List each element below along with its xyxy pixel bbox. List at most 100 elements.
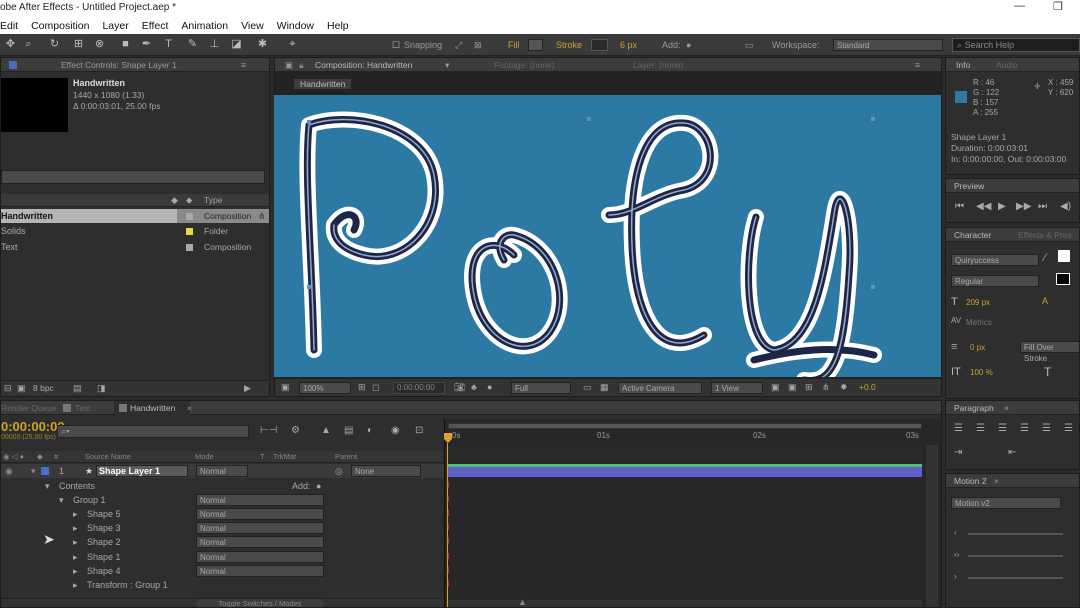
eyedropper-icon[interactable]: ⁄ <box>1044 252 1046 264</box>
ease-both-slider[interactable] <box>968 555 1063 557</box>
graph-editor-icon[interactable]: ◉ <box>391 425 400 437</box>
toggle-pixel-icon[interactable]: ▣ <box>771 382 780 393</box>
shape-twirl-icon[interactable]: ▸ <box>73 521 78 535</box>
comp-mini-flowchart-icon[interactable]: ⊢⊣ <box>260 425 277 437</box>
zoom-slider[interactable]: ▲ <box>448 597 922 607</box>
bpc-label[interactable]: 8 bpc <box>33 383 54 393</box>
show-snapshot-icon[interactable]: ♣ <box>471 382 477 392</box>
shape-twirl-icon[interactable]: ▸ <box>73 550 78 564</box>
rotate-tool-icon[interactable]: ↻ <box>48 38 61 51</box>
stroke-width-value-char[interactable]: 0 px <box>970 343 985 352</box>
snap-target-icon[interactable]: ⊠ <box>474 38 482 52</box>
pan-behind-tool-icon[interactable]: ⊗ <box>93 38 106 51</box>
project-item[interactable]: Solids Folder <box>1 224 269 238</box>
comp-breadcrumb[interactable]: Handwritten <box>293 78 353 90</box>
fill-color-swatch[interactable] <box>1058 250 1070 262</box>
stroke-width-value[interactable]: 6 px <box>620 38 637 52</box>
roi-icon[interactable]: ▭ <box>583 382 592 393</box>
scroll-right-icon[interactable]: ▶ <box>244 383 251 394</box>
layer-twirl-icon[interactable]: ▾ <box>31 464 36 478</box>
clone-tool-icon[interactable]: ⊥ <box>208 38 221 51</box>
last-frame-icon[interactable]: ⏭ <box>1038 201 1047 213</box>
workspace-dropdown[interactable]: Standard <box>833 39 943 51</box>
hand-tool-icon[interactable]: ✥ <box>4 38 17 51</box>
indent-left-icon[interactable]: ⇥ <box>954 447 962 459</box>
info-tab[interactable]: Info <box>956 58 970 72</box>
project-item[interactable]: Handwritten Composition ⋔ <box>1 209 269 223</box>
menu-composition[interactable]: Composition <box>31 20 89 32</box>
work-area-bar[interactable] <box>448 423 922 429</box>
keyframe-icon[interactable]: I <box>447 494 451 504</box>
resolution-dropdown[interactable]: Full <box>511 382 571 394</box>
keyframe-icon[interactable]: I <box>447 480 451 490</box>
time-ruler[interactable]: 0s 01s 02s 03s <box>448 431 922 444</box>
keyframe-icon[interactable]: I <box>447 565 451 575</box>
handwritten-tab[interactable]: Handwritten <box>130 401 175 415</box>
shape-mode-dropdown[interactable]: Normal <box>196 536 324 548</box>
shy-layers-icon[interactable]: ▲ <box>321 425 331 437</box>
new-folder-icon[interactable]: ▣ <box>17 383 26 394</box>
project-search-input[interactable] <box>1 170 265 184</box>
timeline-vertical-scrollbar[interactable] <box>926 445 938 607</box>
delete-item-icon[interactable]: ◨ <box>97 383 106 394</box>
keyframe-icon[interactable]: I <box>447 536 451 546</box>
lock-icon[interactable]: 🔒︎ <box>299 58 304 72</box>
group-twirl-icon[interactable]: ▾ <box>59 493 64 507</box>
ease-out-slider[interactable] <box>968 577 1063 579</box>
minimize-icon[interactable]: — <box>1014 0 1025 12</box>
stroke-mode-dropdown[interactable]: Fill Over Stroke <box>1020 341 1079 363</box>
align-right-icon[interactable]: ☰ <box>998 423 1007 435</box>
project-item[interactable]: Text Composition <box>1 240 269 254</box>
roto-tool-icon[interactable]: ⌖ <box>286 38 299 51</box>
close-paragraph-icon[interactable]: × <box>1004 401 1009 415</box>
exposure-value[interactable]: +0.0 <box>859 382 876 392</box>
viewer-menu-icon[interactable]: ≡ <box>915 58 920 72</box>
previous-frame-icon[interactable]: ◀◀ <box>976 201 991 213</box>
keyframe-icon[interactable]: I <box>447 522 451 532</box>
shape-mode-dropdown[interactable]: Normal <box>196 522 324 534</box>
timeline-current-time[interactable]: 0:00:00:00 <box>1 419 65 434</box>
audio-icon[interactable]: ◀) <box>1060 201 1071 213</box>
composition-tab[interactable]: Composition: Handwritten <box>315 58 412 72</box>
font-size-value[interactable]: 209 px <box>966 298 990 307</box>
menu-layer[interactable]: Layer <box>102 20 128 32</box>
render-queue-tab[interactable]: Render Queue <box>1 401 57 415</box>
views-dropdown[interactable]: 1 View <box>711 382 763 394</box>
always-preview-icon[interactable]: ▣ <box>281 382 290 393</box>
menu-effect[interactable]: Effect <box>142 20 169 32</box>
mode-header[interactable]: Mode <box>195 451 214 463</box>
restore-icon[interactable]: ❐ <box>1053 0 1063 13</box>
layer-tab[interactable]: Layer: (none) <box>633 58 684 72</box>
channel-icon[interactable]: ● <box>487 382 492 392</box>
paragraph-tab[interactable]: Paragraph <box>954 401 994 415</box>
align-left-icon[interactable]: ☰ <box>954 423 963 435</box>
menu-view[interactable]: View <box>241 20 264 32</box>
effect-controls-tab[interactable]: Effect Controls: Shape Layer 1 <box>61 58 177 72</box>
add-content-icon[interactable]: ● <box>316 479 321 493</box>
effects-presets-tab[interactable]: Effects & Pres <box>1018 228 1072 242</box>
source-name-header[interactable]: Source Name <box>85 451 131 463</box>
shape-twirl-icon[interactable]: ▸ <box>73 564 78 578</box>
pen-tool-icon[interactable]: ✒ <box>140 38 153 51</box>
toggle-switches-button[interactable]: Toggle Switches / Modes <box>197 599 323 607</box>
next-frame-icon[interactable]: ▶▶ <box>1016 201 1031 213</box>
transparency-grid-icon[interactable]: ▦ <box>600 382 609 393</box>
viewer-time[interactable]: 0:00:00:00 <box>393 382 445 394</box>
trkmat-header[interactable]: TrkMat <box>273 451 296 463</box>
flowchart-view-icon[interactable]: ⋔ <box>822 382 830 393</box>
ease-in-slider[interactable] <box>968 533 1063 535</box>
composition-canvas[interactable] <box>274 95 941 377</box>
timeline-icon[interactable]: ⊞ <box>805 382 813 393</box>
delete-icon[interactable]: ▤ <box>73 383 82 394</box>
mask-icon[interactable]: ◻ <box>372 382 379 393</box>
font-style-dropdown[interactable]: Regular <box>951 275 1039 287</box>
shape-mode-dropdown[interactable]: Normal <box>196 565 324 577</box>
menu-edit[interactable]: Edit <box>0 20 18 32</box>
timeline-search-input[interactable]: ⌕▾ <box>57 425 249 438</box>
rectangle-tool-icon[interactable]: ■ <box>119 38 132 51</box>
contents-twirl-icon[interactable]: ▾ <box>45 479 50 493</box>
zoom-out-icon[interactable]: ▲ <box>518 597 527 607</box>
panel-menu-icon[interactable]: ≡ <box>241 58 246 72</box>
vertical-scale-value[interactable]: 100 % <box>970 368 993 377</box>
fast-preview-icon[interactable]: ▣ <box>788 382 797 393</box>
